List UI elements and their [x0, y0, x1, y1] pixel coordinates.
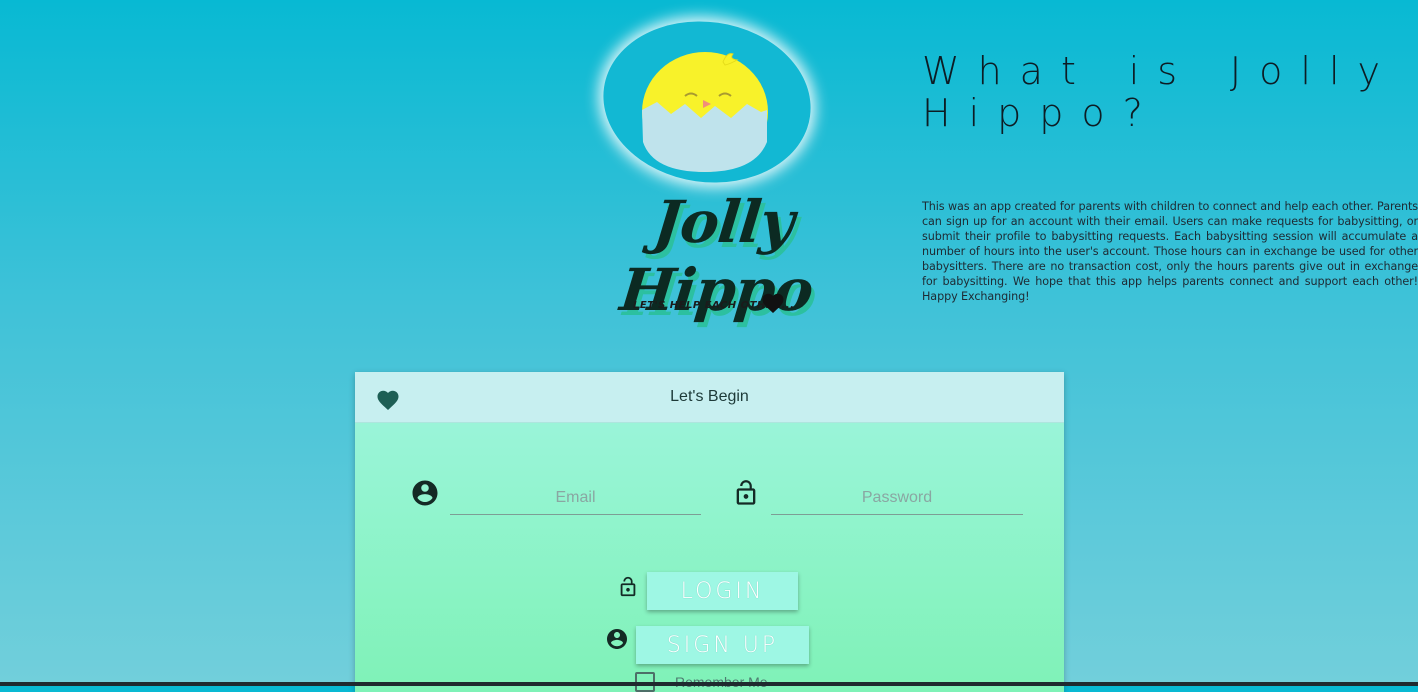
- card-title: Let's Begin: [670, 388, 749, 405]
- card-header: Let's Begin: [355, 372, 1064, 423]
- login-card: Let's Begin LOGIN SIGN UP Remember Me: [355, 372, 1064, 692]
- chick-in-egg-icon: [642, 52, 768, 172]
- email-field[interactable]: [450, 482, 701, 515]
- lock-open-icon: [736, 480, 756, 505]
- lock-open-icon: [620, 576, 636, 597]
- bottom-strip: [0, 682, 1418, 686]
- logo: Jolly Hippo LET'S HELP EACH OTHER...: [585, 8, 855, 348]
- heart-icon: [762, 293, 784, 313]
- login-button[interactable]: LOGIN: [647, 572, 798, 610]
- account-circle-icon: [607, 629, 627, 649]
- password-field[interactable]: [771, 482, 1023, 515]
- about-description: This was an app created for parents with…: [922, 200, 1418, 303]
- about-title: What is Jolly Hippo?: [922, 49, 1398, 135]
- account-circle-icon: [412, 480, 438, 506]
- signup-button[interactable]: SIGN UP: [636, 626, 809, 664]
